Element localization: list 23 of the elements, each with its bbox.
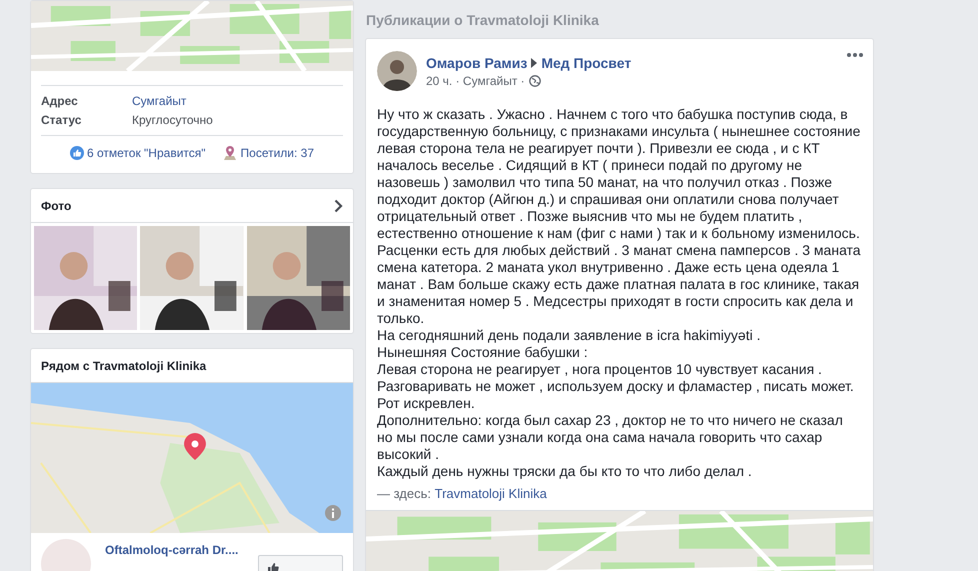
post-text: Дополнительно: когда был сахар 23 , доктор не то что ничего не сказал но мы после сами узнали когда она сама начала говорить что сахар высокий . [377, 412, 844, 463]
group-link[interactable]: Мед Просвет [541, 55, 632, 71]
visits-link[interactable]: Посетили: 37 [240, 146, 314, 160]
field-label: Статус [41, 112, 82, 129]
card-title: Фото [41, 198, 72, 212]
post-text: Разговаривать не может , используем доску и фламастер , писать может. [377, 378, 855, 395]
post-text: Каждый день нужны тряски да бы кто то что либо делал . [377, 463, 753, 480]
post-text: Левая сторона не реагирует , нога процентов 10 чувствует касания . [377, 361, 823, 378]
post-text: На сегодняшний день подали заявление в icra hakimiyyəti . [377, 327, 762, 344]
place-link[interactable]: Oftalmoloq-cərrah Dr.... [105, 543, 238, 571]
post-text: Рот искревлен. [377, 395, 476, 412]
field-label: Адрес [41, 93, 79, 110]
post-text: Ну что ж сказать . Ужасно . Начнем с того что бабушка поступив сюда, в государственную больницу, с признаками инсульта ( нынешнее состояние левая сторона тела не реагирует почти ). Привезли ее сюда , и с КТ началось веселье . Сидящий в КТ ( принеси подай по другому не назовешь ) замолвил что типа 50 манат, на что получил отказ . Позже подходит доктор (Айгюн д.) и спрашивая они оплатили снова получает отрицательный ответ . Позже выяснив что мы не будем платить , естественно отношение к нам (фиг с нами ) так и к больному изменилось. Расценки есть для любых действий . 3 манат смена памперсов . 3 маната смена катетора. 2 маната укол внутривенно . Даже есть цена одеяла 1 манат . Вам больше скажу есть даже платная палата в гос клинике, такая и знаменитая номер 5 . Медсестры приходят в гости спросить как дела и только. [377, 106, 862, 327]
checkin-label: — здесь: [377, 486, 431, 501]
place-link[interactable]: Travmatoloji Klinika [434, 486, 547, 501]
likes-link[interactable]: 6 отметок "Нравится" [86, 146, 206, 160]
author-link[interactable]: Омаров Рамиз [426, 55, 528, 71]
post-text: Нынешняя Состояние бабушки : [377, 344, 589, 361]
section-title: Публикации о Travmatoloji Klinika [366, 12, 600, 28]
card-title: Рядом с Travmatoloji Klinika [41, 358, 206, 372]
post-meta: 20 ч. · Сумгайыт · [426, 74, 525, 88]
field-value: Круглосуточно [132, 112, 213, 129]
address-link[interactable]: Сумгайыт [132, 92, 186, 111]
